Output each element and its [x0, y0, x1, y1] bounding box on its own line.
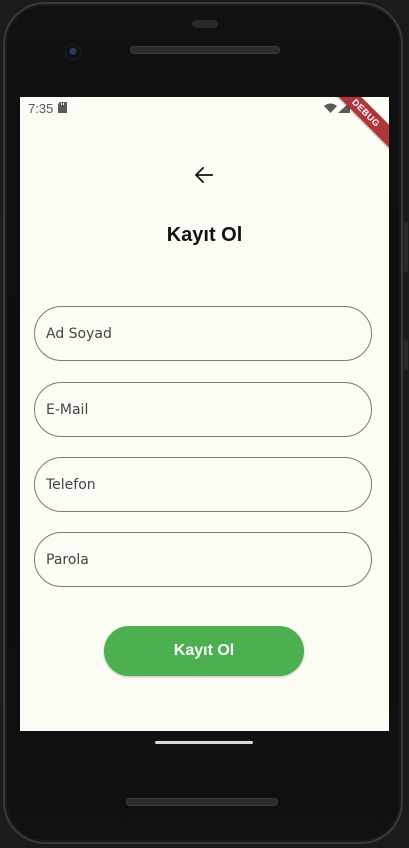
telefon-field[interactable]: [34, 457, 372, 512]
home-gesture-bar[interactable]: [155, 741, 253, 744]
status-bar: 7:35: [20, 97, 389, 119]
earpiece-slot: [192, 20, 218, 28]
arrow-left-icon: [195, 167, 213, 183]
volume-button: [404, 222, 408, 272]
top-speaker: [130, 46, 280, 54]
parola-input[interactable]: [35, 533, 371, 586]
ad-soyad-field[interactable]: [34, 306, 372, 361]
telefon-input[interactable]: [35, 458, 371, 511]
bottom-speaker: [126, 798, 278, 806]
sd-card-icon: [58, 102, 67, 113]
ad-soyad-input[interactable]: [35, 307, 371, 360]
power-button: [404, 340, 408, 370]
status-time: 7:35: [28, 101, 54, 116]
page-title: Kayıt Ol: [166, 224, 243, 246]
app-screen: 7:35 DEBUG Kayıt Ol Kayıt Ol: [20, 97, 389, 731]
email-field[interactable]: [34, 382, 372, 437]
wifi-icon: [324, 103, 337, 113]
email-input[interactable]: [35, 383, 371, 436]
parola-field[interactable]: [34, 532, 372, 587]
back-button[interactable]: [190, 161, 218, 189]
register-button[interactable]: Kayıt Ol: [104, 626, 304, 676]
front-camera: [66, 45, 80, 59]
